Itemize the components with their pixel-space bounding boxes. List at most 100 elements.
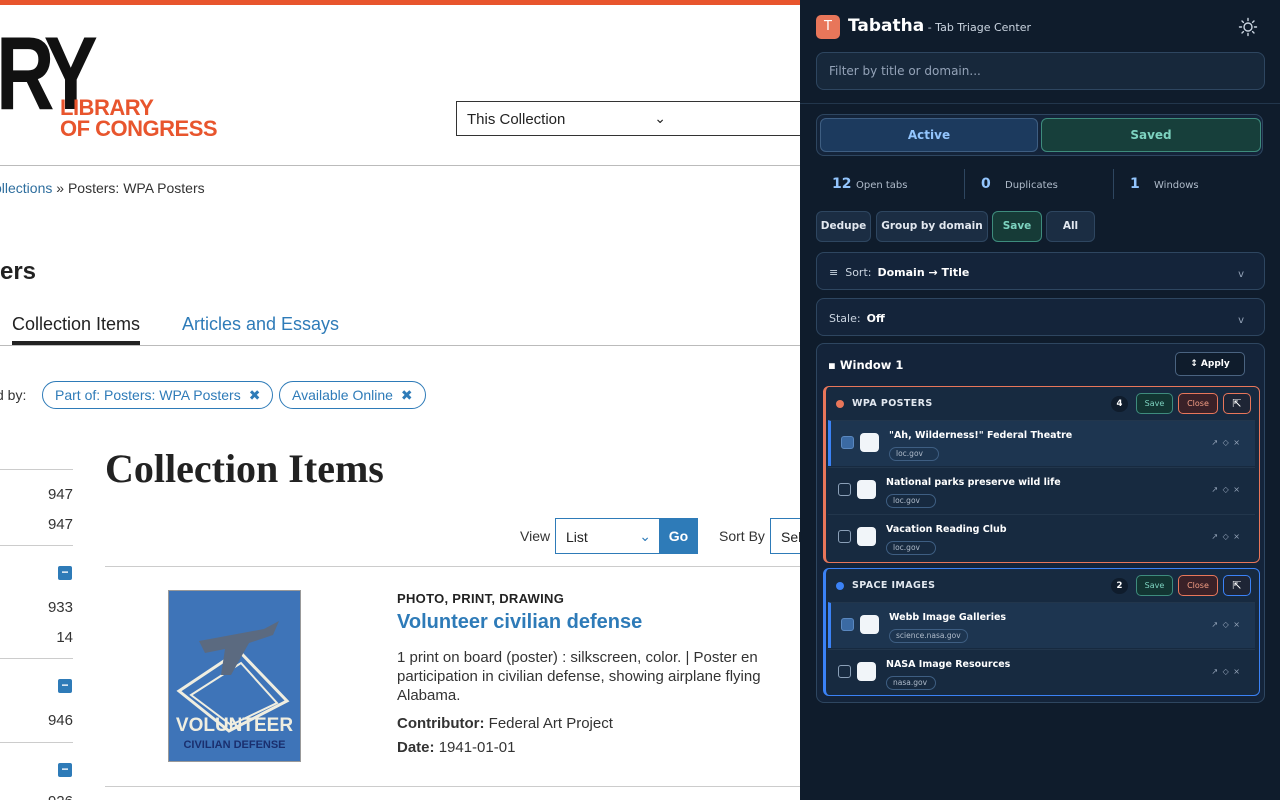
facet-count[interactable]: 926	[48, 793, 73, 800]
apply-button[interactable]: ↕ Apply	[1175, 352, 1245, 376]
group-close-button[interactable]: Close	[1178, 575, 1218, 596]
divider	[0, 469, 73, 470]
group-save-button[interactable]: Save	[1136, 393, 1173, 414]
item-contributor: Contributor: Federal Art Project	[397, 715, 613, 732]
search-scope-select[interactable]: This Collection ⌄	[456, 101, 676, 136]
sort-by-select[interactable]: Sel	[770, 518, 800, 554]
thumbnail-text-2: CIVILIAN DEFENSE	[183, 739, 286, 751]
row-action-icons[interactable]: ↗ ◇ ×	[1211, 438, 1241, 447]
favicon-icon	[857, 480, 876, 499]
filter-input[interactable]	[816, 52, 1265, 90]
chevron-down-icon: v	[1238, 315, 1244, 326]
window-card: ▪ Window 1 ↕ Apply WPA POSTERS 4 Save Cl…	[816, 343, 1265, 703]
app-name: Tabatha	[848, 16, 925, 36]
app-subtitle: - Tab Triage Center	[924, 21, 1031, 34]
tab-domain: loc.gov	[889, 447, 939, 461]
date-label: Date:	[397, 739, 435, 756]
tab-title[interactable]: NASA Image Resources	[886, 659, 1010, 670]
close-icon[interactable]: ✖	[401, 387, 413, 403]
sun-icon[interactable]	[1238, 17, 1258, 37]
tab-title[interactable]: "Ah, Wilderness!" Federal Theatre	[889, 430, 1072, 441]
save-button[interactable]: Save	[992, 211, 1042, 242]
row-action-icons[interactable]: ↗ ◇ ×	[1211, 532, 1241, 541]
stale-value: Off	[866, 312, 885, 325]
group-save-button[interactable]: Save	[1136, 575, 1173, 596]
logo-line-1: LIBRARY	[60, 95, 154, 120]
breadcrumb-link-collections[interactable]: ollections	[0, 180, 52, 196]
stale-key: Stale:	[829, 312, 861, 325]
group-count-badge: 4	[1111, 396, 1128, 412]
search-scope-value: This Collection	[467, 111, 566, 128]
facet-count[interactable]: 14	[56, 629, 73, 646]
collapse-icon[interactable]: −	[58, 763, 72, 777]
tab-articles-and-essays[interactable]: Articles and Essays	[182, 314, 339, 335]
sort-by-label: Sort By	[719, 528, 765, 544]
tab-row[interactable]: Vacation Reading Club loc.gov ↗ ◇ ×	[828, 514, 1255, 560]
tab-active[interactable]: Active	[820, 118, 1038, 152]
tab-collection-items[interactable]: Collection Items	[12, 314, 141, 345]
favicon-icon	[860, 433, 879, 452]
row-action-icons[interactable]: ↗ ◇ ×	[1211, 667, 1241, 676]
facet-count[interactable]: 933	[48, 599, 73, 616]
collapse-arrow-icon[interactable]: ⇱	[1223, 393, 1251, 414]
chevron-down-icon: ⌄	[654, 110, 666, 126]
stat-duplicates-value: 0	[981, 176, 991, 192]
collapse-icon[interactable]: −	[58, 679, 72, 693]
logo-line-2: OF CONGRESS	[60, 116, 218, 141]
top-accent-bar	[0, 0, 800, 5]
tab-group-space-images: SPACE IMAGES 2 Save Close ⇱ Webb Image G…	[823, 568, 1260, 696]
tab-row[interactable]: Webb Image Galleries science.nasa.gov ↗ …	[828, 602, 1255, 648]
favicon-icon	[860, 615, 879, 634]
breadcrumb-current: Posters: WPA Posters	[67, 180, 205, 196]
divider	[0, 545, 73, 546]
collapse-icon[interactable]: −	[58, 566, 72, 580]
tab-title[interactable]: Vacation Reading Club	[886, 524, 1007, 535]
tab-domain: loc.gov	[886, 541, 936, 555]
row-action-icons[interactable]: ↗ ◇ ×	[1211, 620, 1241, 629]
tab-checkbox[interactable]	[841, 436, 854, 449]
tabatha-logo-icon: T	[816, 15, 840, 39]
breadcrumb: ollections » Posters: WPA Posters	[0, 180, 205, 196]
tab-title[interactable]: Webb Image Galleries	[889, 612, 1006, 623]
search-input[interactable]	[675, 101, 800, 136]
facet-count[interactable]: 946	[48, 712, 73, 729]
tab-checkbox[interactable]	[838, 483, 851, 496]
tab-row[interactable]: "Ah, Wilderness!" Federal Theatre loc.go…	[828, 420, 1255, 466]
loc-logo-text[interactable]: LIBRARY OF CONGRESS	[60, 95, 218, 141]
facet-count[interactable]: 947	[48, 516, 73, 533]
tab-title[interactable]: National parks preserve wild life	[886, 477, 1061, 488]
stat-windows-value: 1	[1130, 176, 1140, 192]
stat-open-tabs-value: 12	[832, 176, 852, 192]
refined-by-label: d by:	[0, 387, 27, 403]
tab-saved[interactable]: Saved	[1041, 118, 1261, 152]
stale-dropdown[interactable]: Stale: Off v	[816, 298, 1265, 336]
sort-dropdown[interactable]: ≡ Sort: Domain → Title v	[816, 252, 1265, 290]
item-title-link[interactable]: Volunteer civilian defense	[397, 611, 642, 634]
tab-checkbox[interactable]	[838, 665, 851, 678]
close-icon[interactable]: ✖	[249, 387, 261, 403]
filter-chip-available-online[interactable]: Available Online ✖	[279, 381, 426, 409]
web-page: RY LIBRARY OF CONGRESS This Collection ⌄…	[0, 0, 800, 800]
group-close-button[interactable]: Close	[1178, 393, 1218, 414]
tab-checkbox[interactable]	[841, 618, 854, 631]
facet-count[interactable]: 947	[48, 486, 73, 503]
tab-row[interactable]: NASA Image Resources nasa.gov ↗ ◇ ×	[828, 649, 1255, 695]
chevron-down-icon: v	[1238, 269, 1244, 280]
dedupe-button[interactable]: Dedupe	[816, 211, 871, 242]
tab-checkbox[interactable]	[838, 530, 851, 543]
item-thumbnail[interactable]: VOLUNTEER CIVILIAN DEFENSE	[168, 590, 301, 762]
stat-windows-label: Windows	[1154, 180, 1199, 191]
chip-label: Available Online	[292, 387, 393, 403]
window-title: ▪ Window 1	[828, 358, 903, 372]
divider	[0, 165, 800, 166]
row-action-icons[interactable]: ↗ ◇ ×	[1211, 485, 1241, 494]
all-button[interactable]: All	[1046, 211, 1095, 242]
tab-row[interactable]: National parks preserve wild life loc.go…	[828, 467, 1255, 513]
view-select[interactable]: List ⌄	[555, 518, 660, 554]
go-button[interactable]: Go	[659, 518, 698, 554]
divider	[105, 566, 800, 567]
filter-chip-part-of[interactable]: Part of: Posters: WPA Posters ✖	[42, 381, 274, 409]
collapse-arrow-icon[interactable]: ⇱	[1223, 575, 1251, 596]
group-by-domain-button[interactable]: Group by domain	[876, 211, 988, 242]
divider	[0, 742, 73, 743]
